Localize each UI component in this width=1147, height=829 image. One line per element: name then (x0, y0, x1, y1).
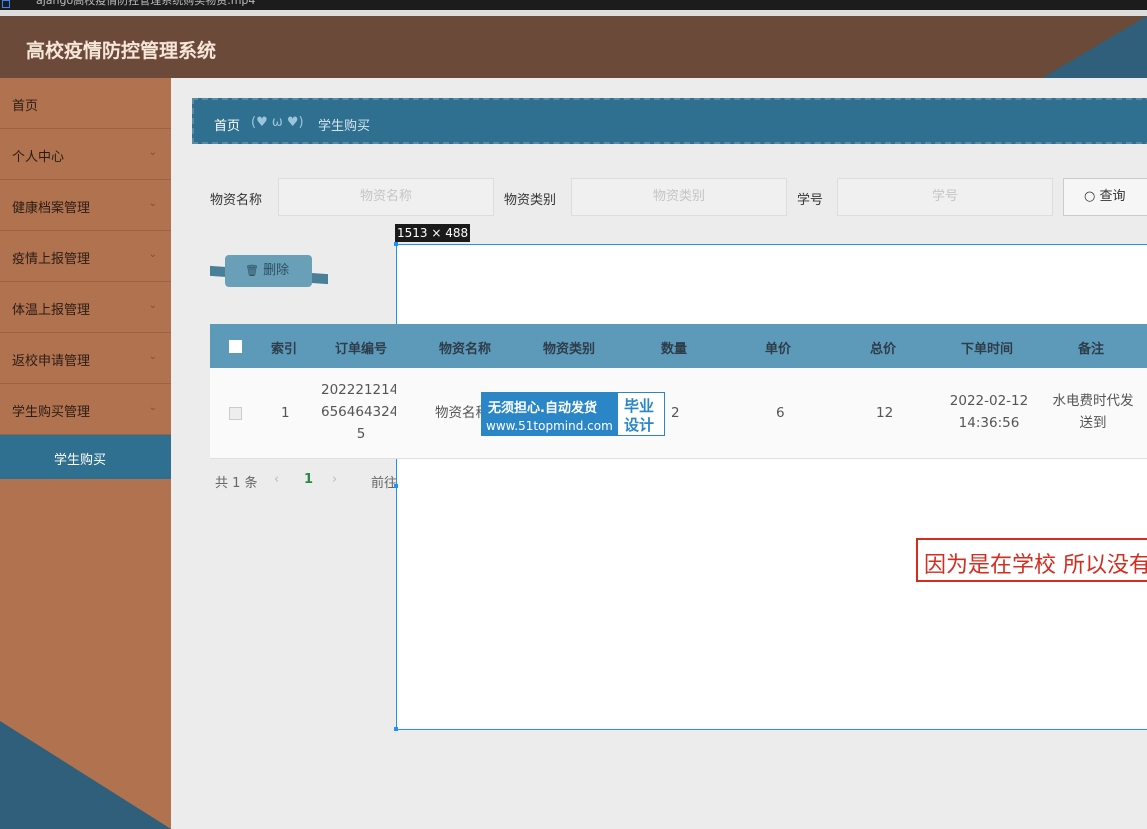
cell-order-no: 2022212143 6564643249 5 (321, 382, 407, 442)
header-decoration (1042, 16, 1147, 78)
chevron-down-icon: ⌄ (148, 300, 157, 311)
cell-quantity: 2 (671, 405, 680, 421)
chevron-down-icon: ⌄ (148, 402, 157, 413)
resize-handle[interactable] (394, 242, 398, 246)
breadcrumb: 首页 (♥ ω ♥) 学生购买 (192, 98, 1147, 144)
watermark-url: www.51topmind.com (486, 419, 613, 433)
caption-text-box[interactable]: 因为是在学校 所以没有 (916, 538, 1147, 582)
sidebar-item-epidemic-report[interactable]: 疫情上报管理 ⌄ (0, 231, 171, 282)
sidebar-subitem-student-purchase[interactable]: 学生购买 (0, 435, 171, 479)
material-category-input[interactable]: 物资类别 (571, 178, 787, 216)
page-number[interactable]: 1 (304, 472, 313, 487)
delete-button-label: 删除 (263, 263, 290, 278)
chevron-down-icon: ⌄ (148, 198, 157, 209)
student-id-input[interactable]: 学号 (837, 178, 1053, 216)
sidebar-item-label: 首页 (12, 99, 39, 114)
query-button-label: 查询 (1099, 189, 1126, 204)
sidebar-subitem-label: 学生购买 (54, 453, 107, 468)
watermark-line1: 无须担心.自动发货 (488, 401, 597, 416)
sidebar-item-return-application[interactable]: 返校申请管理 ⌄ (0, 333, 171, 384)
selection-size-tag: 1513 × 488 (395, 224, 471, 242)
next-page-button[interactable]: › (332, 472, 337, 487)
resize-handle[interactable] (394, 484, 398, 488)
app-icon (2, 0, 10, 8)
resize-handle[interactable] (394, 727, 398, 731)
cell-order-time: 2022-02-12 14:36:56 (949, 393, 1029, 431)
search-icon: ○ (1084, 189, 1096, 204)
app-header: 高校疫情防控管理系统 (0, 16, 1147, 78)
column-header: 数量 (661, 342, 688, 357)
column-header: 单价 (765, 342, 792, 357)
cell-note: 水电费时代发 送到 (1052, 393, 1134, 431)
material-name-input[interactable]: 物资名称 (278, 178, 494, 216)
sidebar-decoration (0, 721, 171, 829)
sidebar-item-home[interactable]: 首页 (0, 78, 171, 129)
sidebar: 首页 个人中心 ⌄ 健康档案管理 ⌄ 疫情上报管理 ⌄ 体温上报管理 ⌄ 返校申… (0, 78, 171, 829)
cell-total: 12 (876, 405, 894, 421)
select-all-checkbox[interactable] (229, 340, 242, 353)
sidebar-item-label: 返校申请管理 (12, 354, 91, 369)
goto-label: 前往 (371, 476, 398, 491)
window-title: ajango高校疫情防控管理系统购买物资.mp4 (36, 0, 256, 7)
column-header: 物资类别 (543, 342, 596, 357)
selection-box[interactable] (396, 244, 1147, 730)
column-header: 索引 (271, 342, 298, 357)
sidebar-item-personal-center[interactable]: 个人中心 ⌄ (0, 129, 171, 180)
sidebar-item-label: 体温上报管理 (12, 303, 91, 318)
watermark-logo: 毕业 设计 (618, 393, 664, 435)
query-button[interactable]: ○ 查询 (1063, 178, 1147, 216)
column-header: 订单编号 (335, 342, 388, 357)
sidebar-item-label: 健康档案管理 (12, 201, 91, 216)
search-label-student-id: 学号 (797, 193, 824, 208)
search-label-name: 物资名称 (210, 193, 263, 208)
cell-index: 1 (281, 405, 290, 421)
cell-unit-price: 6 (776, 405, 785, 421)
sidebar-item-label: 个人中心 (12, 150, 65, 165)
breadcrumb-current: 学生购买 (318, 119, 371, 134)
row-checkbox[interactable] (229, 407, 242, 420)
column-header: 下单时间 (961, 342, 1014, 357)
trash-icon: 🗑 (245, 264, 259, 277)
watermark-badge: 无须担心.自动发货 www.51topmind.com 毕业 设计 (481, 392, 665, 436)
system-title: 高校疫情防控管理系统 (26, 40, 217, 62)
chevron-down-icon: ⌄ (148, 351, 157, 362)
sidebar-item-temperature-report[interactable]: 体温上报管理 ⌄ (0, 282, 171, 333)
delete-button[interactable]: 🗑 删除 (225, 255, 312, 287)
breadcrumb-separator: (♥ ω ♥) (251, 115, 304, 130)
column-header: 物资名称 (439, 342, 492, 357)
sidebar-item-label: 疫情上报管理 (12, 252, 91, 267)
search-label-category: 物资类别 (504, 193, 557, 208)
sidebar-item-health-records[interactable]: 健康档案管理 ⌄ (0, 180, 171, 231)
window-title-bar: ajango高校疫情防控管理系统购买物资.mp4 (0, 0, 1147, 10)
pagination-total: 共 1 条 (215, 476, 258, 491)
prev-page-button[interactable]: ‹ (274, 472, 279, 487)
caption-text: 因为是在学校 所以没有 (924, 553, 1147, 578)
table-header-overlay: 物资名称 物资类别 数量 单价 总价 下单时间 备注 (396, 324, 1147, 368)
breadcrumb-home[interactable]: 首页 (214, 115, 240, 134)
column-header: 备注 (1078, 342, 1105, 357)
sidebar-item-student-purchase[interactable]: 学生购买管理 ⌄ (0, 384, 171, 435)
chevron-down-icon: ⌄ (148, 147, 157, 158)
sidebar-item-label: 学生购买管理 (12, 405, 91, 420)
chevron-down-icon: ⌄ (148, 249, 157, 260)
column-header: 总价 (870, 342, 897, 357)
